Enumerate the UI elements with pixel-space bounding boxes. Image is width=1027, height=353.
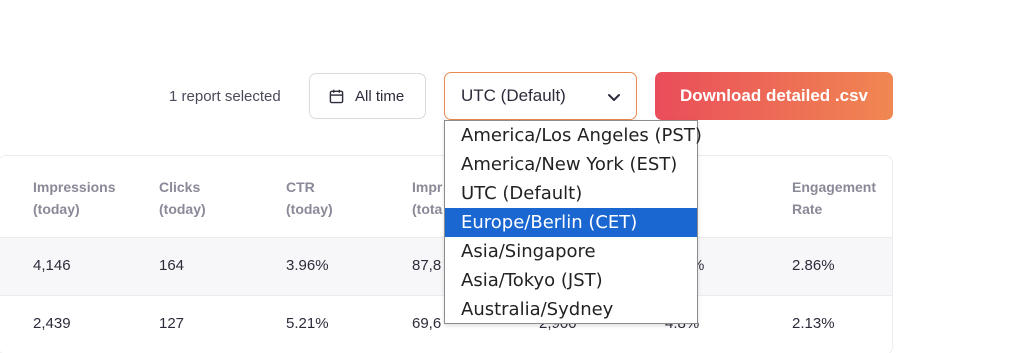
cell-ctr-today: 3.96% (286, 257, 329, 274)
timezone-select-value: UTC (Default) (461, 86, 566, 105)
timezone-dropdown-list: America/Los Angeles (PST) America/New Yo… (444, 120, 702, 324)
timezone-option[interactable]: Asia/Singapore (445, 237, 697, 266)
cell-clicks-today: 127 (159, 315, 185, 332)
column-header-impressions-today[interactable]: Impressions (today) (33, 176, 143, 220)
timezone-option[interactable]: America/Los Angeles (PST) (445, 121, 702, 150)
cell-impressions-total: 87,8 (412, 257, 442, 274)
selected-count-label: 1 report selected (169, 88, 281, 105)
cell-ctr-today: 5.21% (286, 315, 329, 332)
date-range-button[interactable]: All time (309, 73, 426, 119)
column-header-clicks-today[interactable]: Clicks (today) (159, 176, 269, 220)
cell-impressions-today: 2,439 (33, 315, 71, 332)
timezone-option[interactable]: America/New York (EST) (445, 150, 697, 179)
chevron-down-icon (608, 94, 620, 101)
timezone-option[interactable]: Australia/Sydney (445, 295, 697, 324)
report-toolbar: 1 report selected All time UTC (Default)… (0, 72, 1027, 120)
calendar-icon (329, 89, 344, 103)
date-range-label: All time (355, 87, 405, 105)
timezone-option[interactable]: Asia/Tokyo (JST) (445, 266, 697, 295)
download-csv-button[interactable]: Download detailed .csv (655, 72, 893, 120)
column-header-ctr-today[interactable]: CTR (today) (286, 176, 396, 220)
timezone-option-highlighted[interactable]: Europe/Berlin (CET) (445, 208, 697, 237)
cell-engagement-rate: 2.86% (792, 257, 835, 274)
cell-impressions-today: 4,146 (33, 257, 71, 274)
timezone-option[interactable]: UTC (Default) (445, 179, 697, 208)
cell-impressions-total: 69,6 (412, 315, 442, 332)
timezone-select[interactable]: UTC (Default) (444, 72, 637, 120)
column-header-engagement-rate[interactable]: Engagement Rate (792, 176, 892, 220)
cell-clicks-today: 164 (159, 257, 185, 274)
cell-engagement-rate: 2.13% (792, 315, 835, 332)
